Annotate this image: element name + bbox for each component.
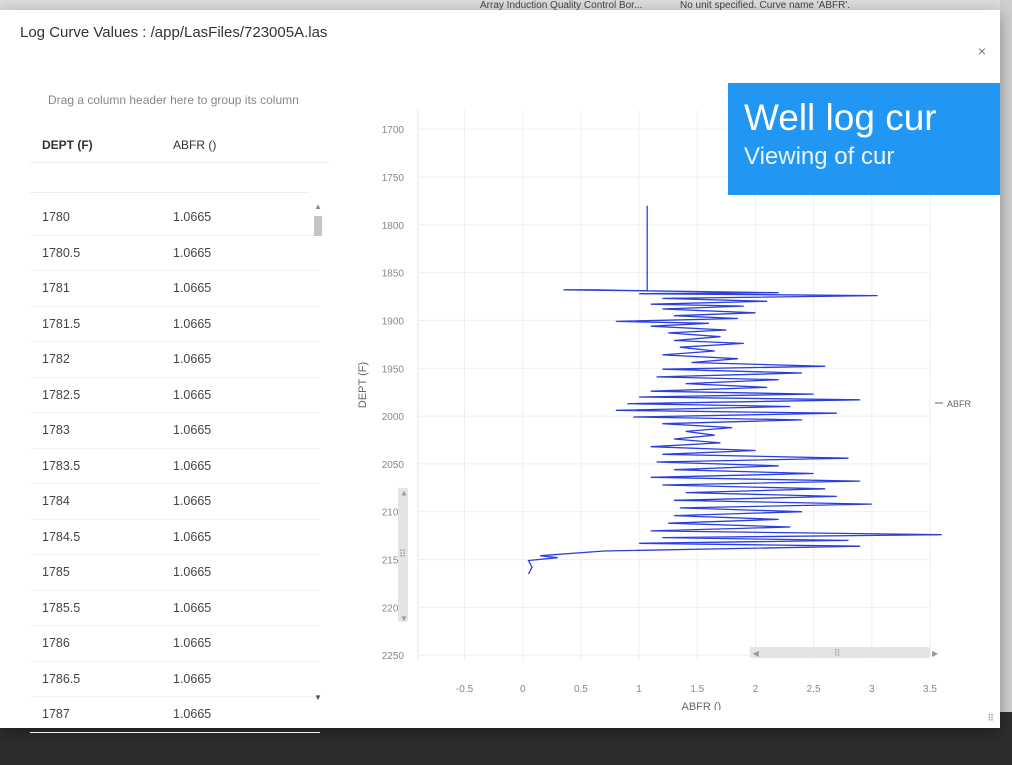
banner-title: Well log cur bbox=[744, 97, 937, 138]
table-row[interactable]: 1780.5 1.0665 bbox=[30, 236, 320, 271]
cell-abfr: 1.0665 bbox=[173, 281, 212, 295]
group-panel-hint[interactable]: Drag a column header here to group its c… bbox=[48, 93, 299, 107]
y-tick-label: 1800 bbox=[382, 221, 405, 232]
page-scrollbar[interactable] bbox=[1000, 0, 1012, 765]
slider-right-arrow-icon: ▶ bbox=[932, 649, 939, 658]
table-row[interactable]: 1781.5 1.0665 bbox=[30, 307, 320, 342]
y-tick-label: 1700 bbox=[382, 125, 405, 136]
legend-label-abfr: ABFR bbox=[947, 399, 972, 409]
x-tick-label: 3 bbox=[869, 684, 875, 695]
cell-abfr: 1.0665 bbox=[173, 707, 212, 721]
table-row[interactable]: 1782.5 1.0665 bbox=[30, 378, 320, 413]
table-row[interactable]: 1782 1.0665 bbox=[30, 342, 320, 378]
x-tick-label: 2 bbox=[753, 684, 759, 695]
log-curve-values-dialog: Log Curve Values : /app/LasFiles/723005A… bbox=[0, 10, 1000, 733]
slider-grip-icon: ⠿ bbox=[399, 550, 406, 561]
grid-header-row: DEPT (F) ABFR () bbox=[30, 122, 330, 163]
slider-grip-icon: ⠿ bbox=[834, 648, 841, 658]
cell-abfr: 1.0665 bbox=[173, 565, 212, 579]
column-header-abfr[interactable]: ABFR () bbox=[173, 138, 216, 152]
cell-abfr: 1.0665 bbox=[173, 387, 212, 402]
cell-abfr: 1.0665 bbox=[173, 423, 212, 437]
cell-abfr: 1.0665 bbox=[173, 245, 212, 260]
x-tick-label: 0.5 bbox=[574, 684, 588, 695]
cell-dept: 1782.5 bbox=[42, 387, 81, 402]
scroll-thumb[interactable] bbox=[314, 216, 322, 236]
cell-abfr: 1.0665 bbox=[173, 671, 212, 686]
cell-dept: 1784 bbox=[42, 494, 70, 508]
table-row[interactable]: 1781 1.0665 bbox=[30, 271, 320, 307]
abfr-series-line bbox=[527, 205, 942, 575]
cell-dept: 1784.5 bbox=[42, 529, 81, 544]
y-tick-label: 2250 bbox=[382, 651, 405, 662]
cell-dept: 1780 bbox=[42, 210, 70, 224]
table-row[interactable]: 1785 1.0665 bbox=[30, 555, 320, 591]
y-tick-label: 2000 bbox=[382, 412, 405, 423]
cell-abfr: 1.0665 bbox=[173, 458, 212, 473]
slider-up-arrow-icon: ▲ bbox=[400, 488, 408, 497]
slider-left-arrow-icon: ◀ bbox=[753, 649, 760, 658]
overlay-banner: Well log cur Viewing of cur bbox=[728, 83, 1000, 195]
x-tick-label: 3.5 bbox=[923, 684, 937, 695]
table-row[interactable]: 1784 1.0665 bbox=[30, 484, 320, 520]
cell-abfr: 1.0665 bbox=[173, 494, 212, 508]
banner-subtitle: Viewing of cur bbox=[744, 143, 895, 170]
cell-dept: 1783.5 bbox=[42, 458, 81, 473]
x-tick-label: 2.5 bbox=[807, 684, 821, 695]
cell-dept: 1781.5 bbox=[42, 316, 81, 331]
y-tick-label: 1900 bbox=[382, 316, 405, 327]
slider-down-arrow-icon: ▼ bbox=[400, 614, 408, 623]
table-row[interactable]: 1784.5 1.0665 bbox=[30, 520, 320, 555]
cell-dept: 1780.5 bbox=[42, 245, 81, 260]
cell-dept: 1786 bbox=[42, 636, 70, 650]
dialog-title: Log Curve Values : /app/LasFiles/723005A… bbox=[20, 24, 328, 41]
cell-dept: 1781 bbox=[42, 281, 70, 295]
column-header-dept[interactable]: DEPT (F) bbox=[42, 138, 93, 152]
cell-abfr: 1.0665 bbox=[173, 210, 212, 224]
y-tick-label: 2050 bbox=[382, 460, 405, 471]
cell-abfr: 1.0665 bbox=[173, 600, 212, 615]
grid-filter-row[interactable] bbox=[30, 162, 310, 193]
grid-scrollbar[interactable]: ▲ ▼ bbox=[313, 202, 323, 702]
table-row[interactable]: 1786 1.0665 bbox=[30, 626, 320, 662]
close-button[interactable]: × bbox=[978, 43, 986, 59]
scroll-down-arrow-icon[interactable]: ▼ bbox=[314, 693, 322, 702]
cell-abfr: 1.0665 bbox=[173, 529, 212, 544]
y-tick-label: 1850 bbox=[382, 269, 405, 280]
resize-grip-icon[interactable]: ⠿ bbox=[987, 713, 994, 724]
x-tick-label: -0.5 bbox=[456, 684, 474, 695]
cell-dept: 1786.5 bbox=[42, 671, 81, 686]
x-tick-label: 1 bbox=[636, 684, 642, 695]
table-row[interactable]: 1786.5 1.0665 bbox=[30, 662, 320, 697]
cell-abfr: 1.0665 bbox=[173, 636, 212, 650]
y-tick-label: 1950 bbox=[382, 364, 405, 375]
table-row[interactable]: 1787 1.0665 bbox=[30, 697, 320, 733]
cell-abfr: 1.0665 bbox=[173, 316, 212, 331]
table-row[interactable]: 1780 1.0665 bbox=[30, 200, 320, 236]
x-tick-label: 1.5 bbox=[690, 684, 704, 695]
cell-dept: 1787 bbox=[42, 707, 70, 721]
x-tick-label: 0 bbox=[520, 684, 526, 695]
grid-body: 1780 1.0665 1780.5 1.0665 1781 1.0665 1781.5 1.… bbox=[30, 200, 320, 733]
table-row[interactable]: 1785.5 1.0665 bbox=[30, 591, 320, 626]
table-row[interactable]: 1783.5 1.0665 bbox=[30, 449, 320, 484]
cell-dept: 1785.5 bbox=[42, 600, 81, 615]
cell-dept: 1783 bbox=[42, 423, 70, 437]
x-axis-label: ABFR () bbox=[681, 701, 721, 710]
scroll-up-arrow-icon[interactable]: ▲ bbox=[314, 202, 322, 211]
cell-dept: 1782 bbox=[42, 352, 70, 366]
y-axis-label: DEPT (F) bbox=[357, 362, 369, 408]
cell-abfr: 1.0665 bbox=[173, 352, 212, 366]
y-tick-label: 1750 bbox=[382, 173, 405, 184]
cell-dept: 1785 bbox=[42, 565, 70, 579]
table-row[interactable]: 1783 1.0665 bbox=[30, 413, 320, 449]
